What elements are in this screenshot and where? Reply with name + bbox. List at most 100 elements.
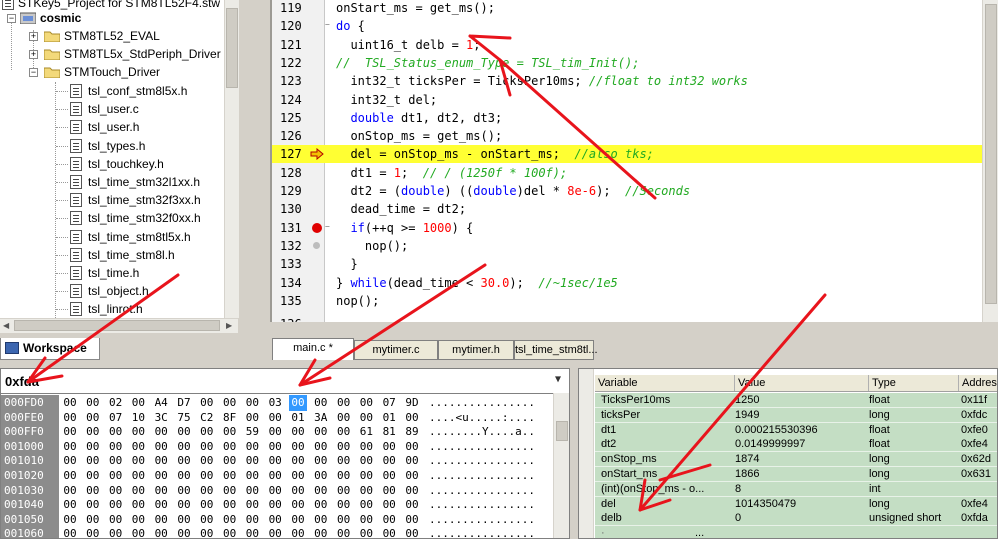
- watch-row[interactable]: · delb 0 unsigned short 0xfda: [595, 511, 997, 527]
- memory-byte[interactable]: 10: [129, 410, 147, 426]
- memory-byte[interactable]: 00: [152, 424, 170, 440]
- watch-row[interactable]: · del 1014350479 long 0xfe4: [595, 496, 997, 512]
- watch-row[interactable]: · TicksPer10ms 1250 float 0x11f: [595, 393, 997, 408]
- memory-byte[interactable]: 00: [152, 483, 170, 499]
- memory-byte[interactable]: 00: [221, 439, 239, 455]
- expand-icon[interactable]: +: [29, 50, 38, 59]
- memory-byte[interactable]: 00: [152, 468, 170, 484]
- memory-byte[interactable]: 00: [129, 439, 147, 455]
- memory-byte[interactable]: 00: [107, 526, 125, 538]
- memory-byte[interactable]: 00: [380, 453, 398, 469]
- memory-byte[interactable]: 00: [198, 483, 216, 499]
- code-line[interactable]: 125 double dt1, dt2, dt3;: [272, 109, 998, 127]
- memory-byte[interactable]: 00: [335, 410, 353, 426]
- memory-byte[interactable]: 00: [357, 468, 375, 484]
- memory-byte[interactable]: 01: [380, 410, 398, 426]
- memory-byte[interactable]: 00: [107, 497, 125, 513]
- chevron-down-icon[interactable]: ▼: [551, 373, 565, 387]
- memory-byte[interactable]: 00: [152, 453, 170, 469]
- memory-byte[interactable]: 00: [403, 497, 421, 513]
- memory-byte[interactable]: 07: [107, 410, 125, 426]
- memory-byte[interactable]: 00: [403, 453, 421, 469]
- memory-byte[interactable]: 00: [107, 512, 125, 528]
- memory-byte[interactable]: 00: [266, 512, 284, 528]
- memory-byte[interactable]: 00: [403, 410, 421, 426]
- memory-byte[interactable]: 00: [198, 424, 216, 440]
- memory-byte[interactable]: 00: [175, 512, 193, 528]
- memory-byte[interactable]: D7: [175, 395, 193, 411]
- memory-byte[interactable]: 3A: [312, 410, 330, 426]
- memory-byte[interactable]: 00: [61, 468, 79, 484]
- code-line[interactable]: 136: [272, 315, 998, 322]
- memory-byte[interactable]: 00: [335, 512, 353, 528]
- memory-byte[interactable]: 00: [403, 526, 421, 538]
- memory-byte[interactable]: 89: [403, 424, 421, 440]
- workspace-tab[interactable]: Workspace: [0, 338, 100, 360]
- memory-byte[interactable]: 00: [266, 526, 284, 538]
- collapse-icon[interactable]: −: [29, 68, 38, 77]
- memory-address-input[interactable]: [3, 372, 537, 390]
- memory-byte[interactable]: 00: [312, 453, 330, 469]
- watch-row[interactable]: · onStart_ms 1866 long 0x631: [595, 467, 997, 482]
- tree-vertical-scrollbar[interactable]: [224, 0, 239, 318]
- memory-byte[interactable]: 00: [61, 424, 79, 440]
- code-line[interactable]: 135 nop();: [272, 292, 998, 310]
- memory-byte[interactable]: 00: [152, 497, 170, 513]
- memory-byte[interactable]: 00: [221, 497, 239, 513]
- memory-byte[interactable]: 00: [84, 497, 102, 513]
- code-line[interactable]: 129 dt2 = (double) ((double)del * 8e-6);…: [272, 182, 998, 200]
- memory-byte[interactable]: 00: [266, 483, 284, 499]
- memory-byte[interactable]: 00: [266, 497, 284, 513]
- memory-byte[interactable]: 00: [266, 439, 284, 455]
- memory-byte[interactable]: 00: [129, 512, 147, 528]
- watch-row[interactable]: · dt1 0.000215530396 float 0xfe0: [595, 422, 997, 438]
- memory-byte[interactable]: 00: [84, 453, 102, 469]
- memory-byte[interactable]: 00: [380, 497, 398, 513]
- memory-byte[interactable]: 00: [357, 483, 375, 499]
- tab-mytimer-h[interactable]: mytimer.h: [438, 340, 514, 360]
- tab-mytimer-c[interactable]: mytimer.c: [354, 340, 438, 360]
- scroll-thumb[interactable]: [14, 320, 220, 331]
- memory-byte[interactable]: 00: [266, 410, 284, 426]
- memory-byte[interactable]: 00: [107, 439, 125, 455]
- memory-byte[interactable]: 00: [243, 468, 261, 484]
- memory-byte[interactable]: 00: [312, 439, 330, 455]
- watch-row[interactable]: · dt2 0.0149999997 float 0xfe4: [595, 437, 997, 453]
- memory-byte[interactable]: 00: [152, 526, 170, 538]
- memory-byte[interactable]: 00: [357, 526, 375, 538]
- code-line[interactable]: 122 // TSL_Status_enum_Type = TSL_tim_Ini…: [272, 54, 998, 72]
- watch-row[interactable]: ·...: [595, 526, 997, 538]
- code-line[interactable]: 120 do {−: [272, 17, 998, 35]
- memory-byte[interactable]: 00: [129, 526, 147, 538]
- memory-byte[interactable]: 00: [289, 526, 307, 538]
- watch-row[interactable]: · onStop_ms 1874 long 0x62d: [595, 452, 997, 468]
- memory-byte[interactable]: 00: [380, 468, 398, 484]
- memory-byte[interactable]: 00: [335, 395, 353, 411]
- fold-icon[interactable]: −: [325, 21, 332, 29]
- memory-byte[interactable]: 00: [312, 395, 330, 411]
- watch-row[interactable]: · (int)(onStop_ms - o... 8 int: [595, 481, 997, 497]
- memory-byte[interactable]: 00: [243, 526, 261, 538]
- memory-byte[interactable]: 00: [61, 526, 79, 538]
- code-line[interactable]: 128 dt1 = 1; // / (1250f * 100f);: [272, 164, 998, 182]
- memory-byte[interactable]: 00: [357, 497, 375, 513]
- memory-byte[interactable]: 00: [84, 512, 102, 528]
- breakpoint-icon[interactable]: [312, 222, 322, 233]
- memory-byte[interactable]: 00: [107, 424, 125, 440]
- memory-byte[interactable]: 00: [403, 512, 421, 528]
- memory-byte[interactable]: 00: [312, 483, 330, 499]
- code-line[interactable]: 121 uint16_t delb = 1;: [272, 36, 998, 54]
- scroll-left-icon[interactable]: ◀: [3, 321, 9, 330]
- memory-byte[interactable]: 00: [198, 439, 216, 455]
- memory-byte[interactable]: 00: [61, 497, 79, 513]
- memory-byte[interactable]: 00: [61, 395, 79, 411]
- memory-byte[interactable]: 81: [380, 424, 398, 440]
- memory-byte[interactable]: 00: [289, 468, 307, 484]
- code-line[interactable]: 131 if(++q >= 1000) {−: [272, 219, 998, 237]
- memory-byte[interactable]: 00: [380, 526, 398, 538]
- memory-byte[interactable]: 00: [335, 526, 353, 538]
- memory-byte[interactable]: 00: [129, 453, 147, 469]
- memory-byte[interactable]: 00: [61, 410, 79, 426]
- memory-byte[interactable]: 00: [129, 497, 147, 513]
- memory-byte[interactable]: 00: [84, 439, 102, 455]
